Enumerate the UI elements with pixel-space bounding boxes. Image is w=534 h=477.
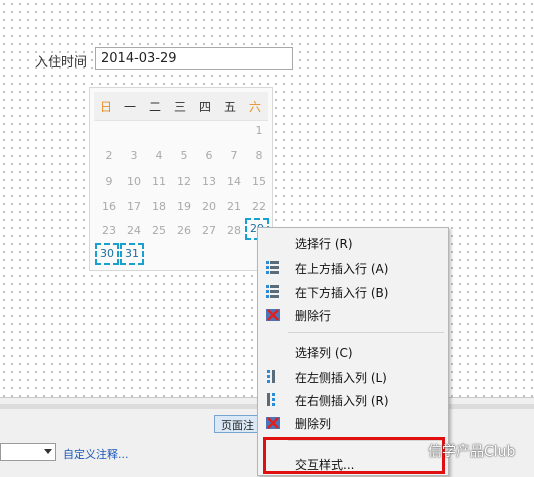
menu-item-label: 选择行 (R) [295, 237, 353, 251]
menu-item-label: 删除列 [295, 417, 332, 431]
insert-column-right-icon [266, 393, 280, 407]
insert-column-left-icon [266, 370, 280, 384]
calendar-day[interactable]: 27 [197, 224, 221, 237]
calendar-day[interactable]: 4 [147, 149, 171, 162]
calendar-weekday-header: 日 一 二 三 四 五 六 [94, 92, 268, 121]
calendar-day[interactable]: 17 [122, 200, 146, 213]
checkin-label: 入住时间 [35, 55, 88, 70]
calendar-day[interactable]: 14 [222, 175, 246, 188]
calendar-day-selected[interactable]: 30 [95, 243, 119, 265]
menu-item-label: 在下方插入行 (B) [295, 286, 389, 300]
menu-item-select-column[interactable]: 选择列 (C) [258, 340, 448, 363]
delete-column-icon [266, 416, 280, 430]
watermark: 信学产品Club [428, 444, 516, 460]
weekday-sun: 日 [99, 100, 112, 114]
weekday-wed: 三 [173, 100, 186, 114]
insert-row-above-icon [266, 261, 280, 275]
calendar-day[interactable]: 22 [247, 200, 271, 213]
calendar-day[interactable]: 28 [222, 224, 246, 237]
calendar-day[interactable]: 3 [122, 149, 146, 162]
calendar-widget: 日 一 二 三 四 五 六 1 2 3 4 5 6 7 8 9 10 11 12… [89, 87, 273, 271]
calendar-day[interactable]: 18 [147, 200, 171, 213]
calendar-day[interactable]: 2 [97, 149, 121, 162]
custom-note-link[interactable]: 自定义注释... [63, 446, 129, 462]
weekday-tue: 二 [148, 100, 161, 114]
menu-item-insert-row-below[interactable]: 在下方插入行 (B) [258, 280, 448, 303]
calendar-day[interactable]: 23 [97, 224, 121, 237]
menu-item-select-row[interactable]: 选择行 (R) [258, 231, 448, 254]
calendar-day[interactable]: 8 [247, 149, 271, 162]
weekday-mon: 一 [123, 100, 136, 114]
weekday-sat: 六 [248, 100, 261, 114]
calendar-day[interactable]: 1 [247, 124, 271, 137]
weekday-fri: 五 [223, 100, 236, 114]
menu-item-label: 删除行 [295, 309, 332, 323]
calendar-day[interactable]: 19 [172, 200, 196, 213]
calendar-day[interactable]: 13 [197, 175, 221, 188]
calendar-day[interactable]: 10 [122, 175, 146, 188]
calendar-day[interactable]: 24 [122, 224, 146, 237]
calendar-day-selected[interactable]: 31 [120, 243, 144, 265]
menu-item-delete-row[interactable]: 删除行 [258, 303, 448, 326]
calendar-day[interactable]: 6 [197, 149, 221, 162]
menu-separator [288, 332, 444, 333]
highlight-annotation [263, 437, 445, 474]
chevron-down-icon [44, 449, 52, 454]
menu-item-label: 在左侧插入列 (L) [295, 371, 387, 385]
calendar-day[interactable]: 15 [247, 175, 271, 188]
date-input[interactable]: 2014-03-29 [95, 47, 293, 70]
menu-item-label: 在上方插入行 (A) [295, 262, 389, 276]
calendar-day[interactable]: 16 [97, 200, 121, 213]
calendar-day[interactable]: 25 [147, 224, 171, 237]
calendar-day[interactable]: 26 [172, 224, 196, 237]
insert-row-below-icon [266, 285, 280, 299]
menu-item-insert-column-right[interactable]: 在右侧插入列 (R) [258, 388, 448, 411]
menu-item-delete-column[interactable]: 删除列 [258, 411, 448, 434]
menu-item-label: 选择列 (C) [295, 346, 353, 360]
calendar-day[interactable]: 12 [172, 175, 196, 188]
weekday-thu: 四 [198, 100, 211, 114]
menu-item-insert-row-above[interactable]: 在上方插入行 (A) [258, 256, 448, 279]
menu-item-label: 在右侧插入列 (R) [295, 394, 389, 408]
calendar-day[interactable]: 21 [222, 200, 246, 213]
menu-item-insert-column-left[interactable]: 在左侧插入列 (L) [258, 365, 448, 388]
calendar-day[interactable]: 7 [222, 149, 246, 162]
delete-row-icon [266, 308, 280, 322]
calendar-day[interactable]: 11 [147, 175, 171, 188]
calendar-day[interactable]: 9 [97, 175, 121, 188]
calendar-day[interactable]: 5 [172, 149, 196, 162]
calendar-day[interactable]: 20 [197, 200, 221, 213]
